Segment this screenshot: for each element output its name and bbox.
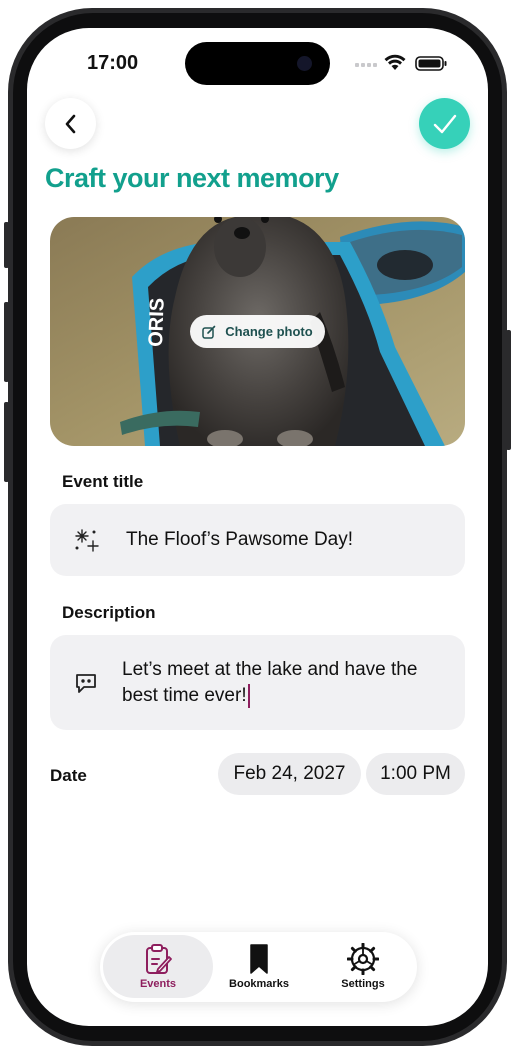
date-label: Date xyxy=(50,766,87,785)
tab-events[interactable]: Events xyxy=(103,937,213,997)
svg-text:ORIS: ORIS xyxy=(145,298,169,348)
date-picker-button[interactable]: Feb 24, 2027 xyxy=(218,753,361,795)
tab-bar: Events Bookmarks Settings xyxy=(100,932,417,1002)
camera-icon xyxy=(297,56,312,71)
change-photo-button[interactable]: Change photo xyxy=(190,315,325,348)
action-button xyxy=(4,222,9,268)
tab-settings-label: Settings xyxy=(341,978,385,990)
volume-down-button xyxy=(4,402,9,482)
clipboard-edit-icon xyxy=(146,944,172,974)
description-line-2-text: best time ever! xyxy=(122,685,247,706)
status-time: 17:00 xyxy=(87,52,139,74)
edit-icon xyxy=(202,325,216,339)
power-button xyxy=(506,330,511,450)
event-title-label: Event title xyxy=(62,472,144,491)
page-title: Craft your next memory xyxy=(45,163,339,193)
gear-icon xyxy=(347,943,379,975)
time-picker-button[interactable]: 1:00 PM xyxy=(366,753,465,795)
quote-bubble-icon xyxy=(76,674,96,693)
back-button[interactable] xyxy=(45,98,96,149)
confirm-button[interactable] xyxy=(419,98,470,149)
status-icons xyxy=(355,54,447,71)
event-title-value: The Floof’s Pawsome Day! xyxy=(126,529,354,550)
tab-settings[interactable]: Settings xyxy=(322,937,404,997)
wifi-icon xyxy=(384,54,406,70)
change-photo-label: Change photo xyxy=(225,324,313,339)
checkmark-icon xyxy=(433,114,456,133)
text-cursor xyxy=(247,684,250,708)
battery-icon xyxy=(415,56,447,71)
chevron-left-icon xyxy=(65,114,75,133)
tab-bookmarks[interactable]: Bookmarks xyxy=(218,937,300,997)
tab-events-label: Events xyxy=(139,978,177,990)
volume-up-button xyxy=(4,302,9,382)
tab-bookmarks-label: Bookmarks xyxy=(229,978,289,990)
description-line-1: Let’s meet at the lake and have the xyxy=(122,659,418,680)
bookmark-icon xyxy=(250,944,268,974)
description-line-2: best time ever! xyxy=(122,684,250,708)
sparkles-icon xyxy=(75,529,99,552)
description-label: Description xyxy=(62,603,156,622)
event-title-field[interactable]: The Floof’s Pawsome Day! xyxy=(50,504,465,576)
event-photo: ORIS Change photo xyxy=(50,217,465,446)
description-field[interactable]: Let’s meet at the lake and have the best… xyxy=(50,635,465,730)
cellular-signal-icon xyxy=(355,63,377,67)
dynamic-island xyxy=(185,42,330,85)
screen: 17:00 Craft your next memory ORIS Change… xyxy=(27,28,488,1026)
